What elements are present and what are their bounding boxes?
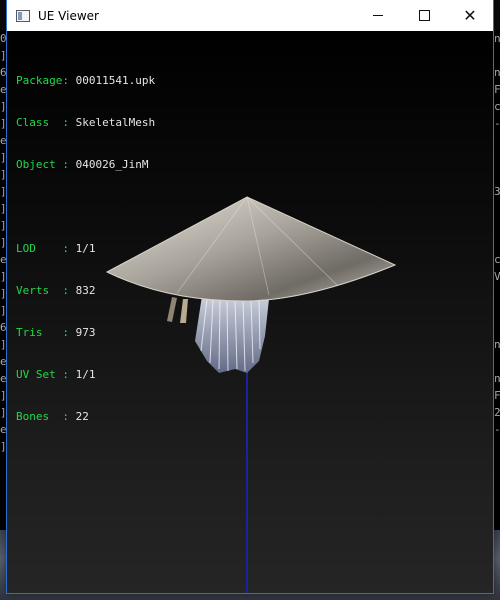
console-char: - (494, 117, 500, 130)
hair-strands (195, 296, 269, 373)
console-char (492, 132, 500, 149)
ue-viewer-window[interactable]: UE Viewer ✕ Package: 00011541.upk Class … (7, 0, 493, 593)
console-char (492, 200, 500, 217)
console-char: c (494, 253, 500, 266)
hat-straps (167, 297, 188, 323)
console-char (492, 302, 500, 319)
window-controls: ✕ (355, 0, 493, 31)
background-console-right: n nFc- 3 cV n nF2- (492, 30, 500, 600)
minimize-icon (373, 15, 383, 16)
console-char (492, 319, 500, 336)
minimize-button[interactable] (355, 0, 401, 31)
console-char (492, 166, 500, 183)
close-icon: ✕ (463, 5, 477, 25)
maximize-button[interactable] (401, 0, 447, 31)
console-char: - (494, 423, 500, 436)
console-char: n (494, 66, 500, 79)
console-char (492, 438, 500, 455)
console-char: n (494, 32, 500, 45)
title-bar[interactable]: UE Viewer ✕ (7, 0, 493, 31)
console-char: V (494, 270, 500, 283)
console-char: n (494, 338, 500, 351)
console-char: n (494, 372, 500, 385)
console-char (492, 149, 500, 166)
console-char: F (494, 83, 500, 96)
3d-viewport[interactable]: Package: 00011541.upk Class : SkeletalMe… (7, 31, 493, 593)
console-char (492, 353, 500, 370)
console-char (492, 234, 500, 251)
skeletal-mesh-render[interactable] (7, 31, 493, 593)
maximize-icon (418, 10, 430, 21)
console-char (492, 47, 500, 64)
console-char: c (494, 100, 500, 113)
close-button[interactable]: ✕ (447, 0, 493, 31)
console-char (492, 285, 500, 302)
console-char (492, 217, 500, 234)
console-char: 2 (494, 406, 500, 419)
console-char: F (494, 389, 500, 402)
app-window-icon (16, 9, 30, 22)
window-title: UE Viewer (38, 8, 99, 23)
console-char: 3 (494, 185, 500, 198)
